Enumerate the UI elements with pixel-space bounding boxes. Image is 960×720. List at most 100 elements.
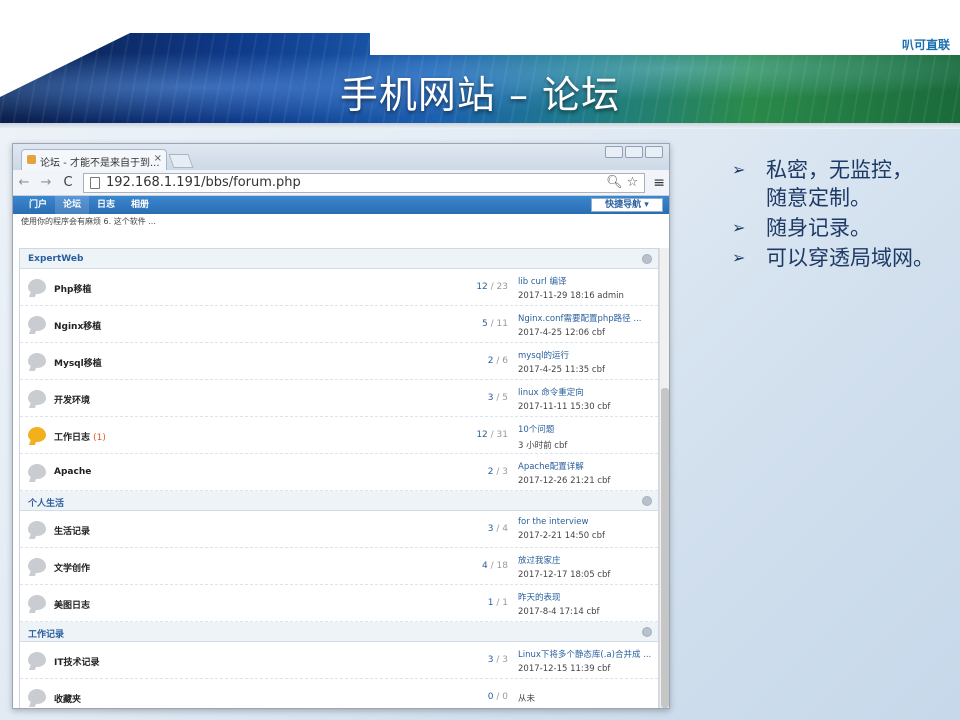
forward-arrow-icon[interactable]: → (39, 175, 53, 190)
forum-row: Php移植 12 / 23 lib curl 编译 2017-11-29 18:… (20, 269, 658, 306)
forum-name[interactable]: 收藏夹 (54, 692, 81, 705)
browser-toolbar: ← → C 192.168.1.191/bbs/forum.php 🔍︎ ☆ ≡ (13, 170, 669, 196)
last-post-title[interactable]: 昨天的表现 (518, 591, 654, 603)
forum-name-label[interactable]: 收藏夹 (54, 695, 81, 705)
nav-item-portal[interactable]: 门户 (21, 196, 55, 214)
nav-item-blog[interactable]: 日志 (89, 196, 123, 214)
tab-title: 论坛 - 才能不是来自于到... (40, 158, 160, 169)
address-bar[interactable]: 192.168.1.191/bbs/forum.php 🔍︎ ☆ (83, 172, 646, 193)
forum-name-label[interactable]: 开发环境 (54, 396, 90, 406)
forum-row: 文学创作 4 / 18 放过我家庄 2017-12-17 18:05 cbf (20, 548, 658, 585)
last-post-title[interactable]: 10个问题 (518, 423, 654, 435)
thread-count: 4 (482, 561, 488, 571)
forum-new-posts-icon (28, 427, 46, 442)
forum-name[interactable]: 工作日志 (1) (54, 430, 106, 443)
forum-name[interactable]: Mysql移植 (54, 356, 102, 369)
category-header[interactable]: 工作记录 (20, 622, 658, 642)
bullet-item: ➢ 私密，无监控， 随意定制。 (730, 156, 950, 212)
tab-close-icon[interactable]: × (154, 153, 162, 164)
category-title[interactable]: 个人生活 (28, 499, 64, 509)
nav-item-forum[interactable]: 论坛 (55, 196, 90, 214)
last-post-title[interactable]: linux 命令重定向 (518, 386, 654, 398)
scrollbar[interactable] (659, 248, 669, 708)
forum-name[interactable]: IT技术记录 (54, 655, 100, 668)
post-count: 5 (502, 393, 508, 403)
last-post-title[interactable]: Nginx.conf需要配置php路径 ... (518, 312, 654, 324)
last-post-meta: 2017-2-21 14:50 cbf (518, 531, 605, 541)
last-post-meta: 2017-8-4 17:14 cbf (518, 607, 600, 617)
last-post-title[interactable]: lib curl 编译 (518, 275, 654, 287)
new-tab-button[interactable] (168, 154, 194, 168)
browser-window: 论坛 - 才能不是来自于到... × ← → C 192.168.1.191/b… (12, 143, 670, 709)
last-post-title[interactable]: for the interview (518, 517, 654, 527)
last-post-title[interactable]: Linux下将多个静态库(.a)合并成 ... (518, 648, 654, 660)
scrollbar-thumb[interactable] (661, 388, 669, 708)
last-post-title[interactable]: 放过我家庄 (518, 554, 654, 566)
nav-item-album[interactable]: 相册 (123, 196, 157, 214)
thread-count: 2 (487, 356, 494, 366)
collapse-icon[interactable] (642, 254, 652, 264)
header-divider (0, 123, 960, 129)
forum-status-icon (28, 558, 46, 573)
last-post: 昨天的表现 2017-8-4 17:14 cbf (518, 591, 654, 617)
last-post: Nginx.conf需要配置php路径 ... 2017-4-25 12:06 … (518, 312, 654, 338)
last-post-title[interactable]: mysql的运行 (518, 349, 654, 361)
forum-status-icon (28, 316, 46, 331)
category-title[interactable]: 工作记录 (28, 630, 64, 640)
forum-name-label[interactable]: 工作日志 (54, 433, 90, 443)
collapse-icon[interactable] (642, 496, 652, 506)
thread-count: 12 (476, 430, 488, 440)
last-post-title[interactable]: Apache配置详解 (518, 460, 654, 472)
forum-name[interactable]: Php移植 (54, 282, 91, 295)
forum-name-label[interactable]: 生活记录 (54, 527, 90, 537)
forum-name[interactable]: 美图日志 (54, 598, 90, 611)
forum-name[interactable]: 生活记录 (54, 524, 90, 537)
last-post-meta: 2017-4-25 12:06 cbf (518, 328, 605, 338)
forum-name-label[interactable]: Php移植 (54, 285, 91, 295)
reload-icon[interactable]: C (61, 175, 75, 190)
maximize-button[interactable] (625, 146, 643, 158)
category-header[interactable]: ExpertWeb (20, 249, 658, 269)
last-post-meta: 2017-12-15 11:39 cbf (518, 664, 611, 674)
last-post: for the interview 2017-2-21 14:50 cbf (518, 517, 654, 541)
thread-count: 3 (487, 655, 494, 665)
forum-counts: 1 / 1 (487, 598, 508, 608)
post-count: 6 (502, 356, 508, 366)
arrow-bullet-icon: ➢ (732, 218, 746, 237)
page-content: 门户 论坛 日志 相册 快捷导航 ▾ 使用你的程序会有麻烦 6. 这个软件 ..… (13, 196, 669, 708)
forum-name[interactable]: Apache (54, 467, 91, 477)
browser-tab[interactable]: 论坛 - 才能不是来自于到... × (21, 149, 167, 170)
forum-row: 收藏夹 0 / 0 从未 (20, 679, 658, 708)
forum-counts: 3 / 4 (487, 524, 508, 534)
thread-count: 5 (482, 319, 488, 329)
forum-status-icon (28, 390, 46, 405)
collapse-icon[interactable] (642, 627, 652, 637)
zoom-search-icon[interactable]: 🔍︎ (606, 175, 623, 190)
minimize-button[interactable] (605, 146, 623, 158)
forum-status-icon (28, 521, 46, 536)
menu-hamburger-icon[interactable]: ≡ (653, 175, 665, 191)
forum-name-label[interactable]: IT技术记录 (54, 658, 100, 668)
category-header[interactable]: 个人生活 (20, 491, 658, 511)
last-post: 从未 (518, 685, 654, 704)
bullet-item: ➢ 随身记录。 (730, 214, 950, 242)
back-arrow-icon[interactable]: ← (17, 175, 31, 190)
forum-name-label[interactable]: 美图日志 (54, 601, 90, 611)
last-post-meta: 从未 (518, 694, 536, 704)
forum-name[interactable]: 开发环境 (54, 393, 90, 406)
thread-count: 3 (487, 524, 494, 534)
forum-counts: 12 / 31 (476, 430, 508, 440)
forum-name-label[interactable]: Apache (54, 467, 91, 477)
forum-name-label[interactable]: Mysql移植 (54, 359, 102, 369)
bookmark-star-icon[interactable]: ☆ (627, 175, 639, 190)
forum-name-label[interactable]: 文学创作 (54, 564, 90, 574)
close-window-button[interactable] (645, 146, 663, 158)
quick-nav-button[interactable]: 快捷导航 ▾ (591, 198, 663, 212)
forum-row: IT技术记录 3 / 3 Linux下将多个静态库(.a)合并成 ... 201… (20, 642, 658, 679)
forum-list: ExpertWeb Php移植 12 / 23 lib curl 编译 2017… (19, 248, 659, 708)
forum-name[interactable]: Nginx移植 (54, 319, 101, 332)
forum-name[interactable]: 文学创作 (54, 561, 90, 574)
notice-text: 使用你的程序会有麻烦 6. 这个软件 ... (21, 217, 156, 226)
category-title[interactable]: ExpertWeb (28, 254, 83, 264)
forum-name-label[interactable]: Nginx移植 (54, 322, 101, 332)
